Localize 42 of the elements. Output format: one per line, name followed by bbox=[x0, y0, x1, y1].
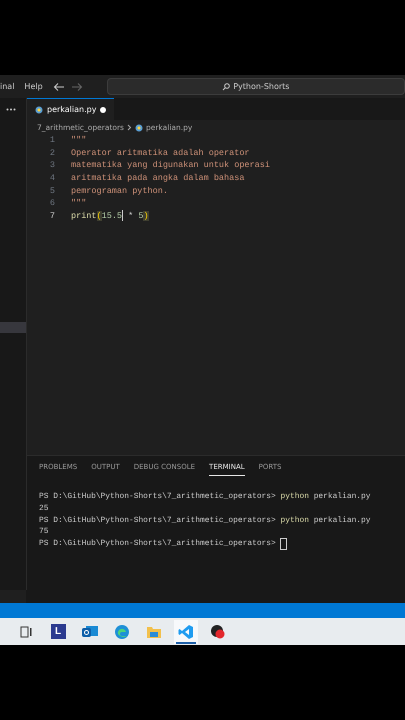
workspace-name: Python-Shorts bbox=[233, 82, 290, 91]
taskbar-button[interactable]: L bbox=[46, 620, 70, 644]
code-token: """ bbox=[71, 198, 86, 208]
line-number: 2 bbox=[48, 148, 56, 158]
line-number: 6 bbox=[48, 198, 56, 208]
python-file-icon bbox=[134, 124, 143, 132]
python-file-icon bbox=[35, 106, 43, 114]
menu-item[interactable]: inal bbox=[0, 82, 14, 91]
more-icon[interactable] bbox=[6, 108, 16, 111]
code-token: matematika yang digunakan untuk operasi bbox=[71, 160, 270, 170]
line-number: 4 bbox=[48, 173, 56, 184]
line-number: 1 bbox=[48, 135, 56, 146]
code-token: aritmatika pada angka dalam bahasa bbox=[71, 173, 244, 184]
code-token: """ bbox=[71, 135, 86, 146]
code-token: ) bbox=[143, 210, 149, 221]
command-center[interactable]: Python-Shorts bbox=[106, 78, 405, 95]
menu-item[interactable]: Help bbox=[24, 82, 43, 91]
code-token: * bbox=[127, 210, 134, 221]
code-token: print bbox=[71, 210, 97, 221]
browser-icon bbox=[114, 624, 130, 640]
task-view-icon bbox=[20, 626, 32, 638]
editor-tab[interactable]: perkalian.py bbox=[27, 98, 114, 120]
text-cursor bbox=[122, 210, 124, 222]
forward-arrow-icon[interactable] bbox=[70, 82, 83, 92]
selected-row bbox=[0, 322, 26, 333]
line-number: 7 bbox=[48, 210, 56, 221]
folder-icon bbox=[146, 624, 162, 638]
line-number: 3 bbox=[48, 160, 56, 170]
code-token: ( bbox=[96, 210, 102, 221]
back-arrow-icon[interactable] bbox=[52, 82, 65, 92]
code-token: 15.5 bbox=[102, 210, 122, 221]
code-token: pemrograman python. bbox=[71, 186, 168, 196]
code-token: 5 bbox=[138, 210, 144, 221]
code-token: Operator aritmatika adalah operator bbox=[71, 148, 250, 158]
mail-icon bbox=[81, 624, 99, 639]
line-number: 5 bbox=[48, 186, 56, 196]
taskbar-button[interactable] bbox=[174, 620, 198, 644]
chevron-icon bbox=[126, 124, 132, 131]
code-editor-icon bbox=[178, 624, 194, 640]
search-icon bbox=[222, 82, 230, 90]
app-logo: L bbox=[50, 624, 66, 639]
recorder-icon bbox=[210, 624, 226, 640]
